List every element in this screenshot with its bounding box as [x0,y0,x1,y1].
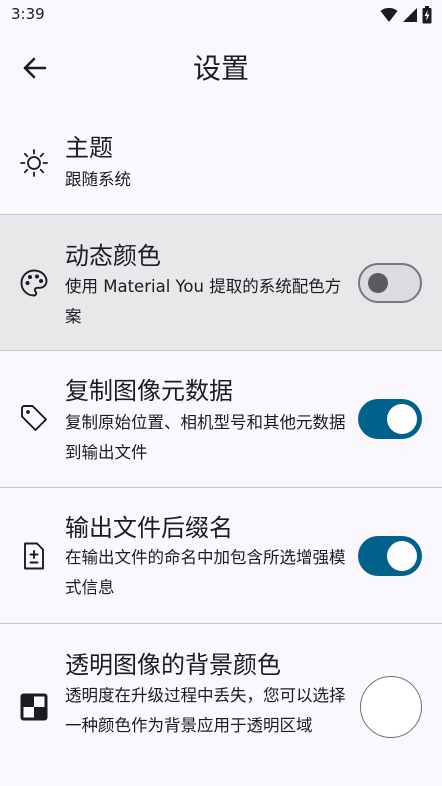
copy-metadata-switch[interactable] [358,399,422,439]
dynamic-color-switch[interactable] [358,263,422,303]
switch-knob [387,404,417,434]
setting-copy-metadata[interactable]: 复制图像元数据 复制原始位置、相机型号和其他元数据到输出文件 [0,351,442,487]
signal-icon [403,8,417,22]
setting-theme-subtitle: 跟随系统 [65,170,131,189]
status-bar: 3:39 [0,0,442,30]
page-title: 设置 [192,52,249,85]
output-suffix-switch[interactable] [358,536,422,576]
battery-charging-icon [422,6,432,24]
setting-transparent-bg-title: 透明图像的背景颜色 [65,651,281,679]
tag-icon [18,402,50,434]
setting-dynamic-color-title: 动态颜色 [65,242,161,270]
setting-copy-metadata-subtitle: 复制原始位置、相机型号和其他元数据到输出文件 [65,413,346,462]
wifi-icon [380,7,398,22]
setting-output-suffix[interactable]: 输出文件后缀名 在输出文件的命名中加包含所选增强模式信息 [0,488,442,623]
setting-output-suffix-title: 输出文件后缀名 [65,514,233,542]
status-icons [380,6,432,24]
setting-dynamic-color-subtitle: 使用 Material You 提取的系统配色方案 [65,277,342,326]
setting-theme-title: 主题 [65,134,113,162]
setting-copy-metadata-title: 复制图像元数据 [65,377,233,405]
sun-icon [18,147,50,179]
setting-transparent-bg[interactable]: 透明图像的背景颜色 透明度在升级过程中丢失，您可以选择一种颜色作为背景应用于透明… [0,624,442,786]
setting-dynamic-color[interactable]: 动态颜色 使用 Material You 提取的系统配色方案 [0,215,442,350]
file-diff-icon [18,540,50,572]
switch-knob [368,273,388,293]
palette-icon [18,267,50,299]
background-color-picker[interactable] [360,676,422,738]
setting-theme[interactable]: 主题 跟随系统 [0,106,442,214]
app-bar: 设置 [0,30,442,106]
transparency-icon [18,691,50,723]
status-time: 3:39 [11,5,45,23]
setting-output-suffix-subtitle: 在输出文件的命名中加包含所选增强模式信息 [65,548,346,597]
switch-knob [387,541,417,571]
setting-transparent-bg-subtitle: 透明度在升级过程中丢失，您可以选择一种颜色作为背景应用于透明区域 [65,686,346,735]
